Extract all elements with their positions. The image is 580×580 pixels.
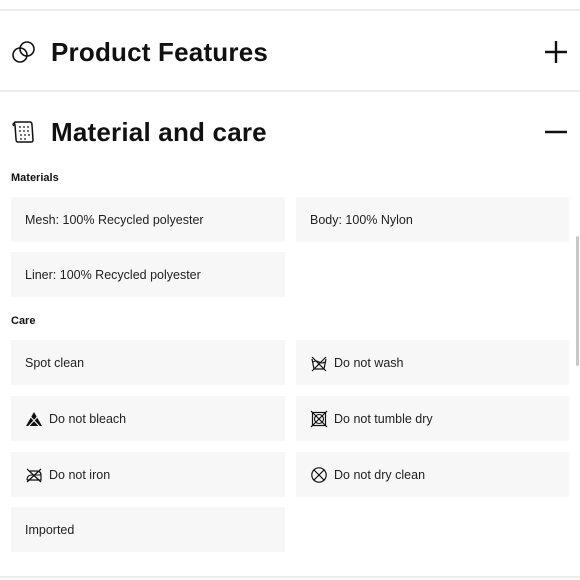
scrollbar-thumb[interactable] [576,236,579,366]
plus-icon[interactable] [543,39,569,65]
material-tile: Mesh: 100% Recycled polyester [11,197,285,242]
care-tile: Do not wash [296,340,569,385]
product-details-accordion: Product Features Material and care Mater… [0,0,580,580]
do-not-wash-icon [310,354,328,372]
fabric-swatch-icon [11,119,37,145]
care-label: Care [11,315,36,327]
care-tile: Do not bleach [11,396,285,441]
material-text: Body: 100% Nylon [310,212,413,227]
section-title: Product Features [51,36,269,67]
care-text: Do not wash [334,355,404,370]
material-tile: Body: 100% Nylon [296,197,569,242]
care-text: Do not bleach [49,411,127,426]
divider [0,90,580,92]
minus-icon[interactable] [543,119,569,145]
care-text: Do not iron [49,467,111,482]
do-not-iron-icon [25,466,43,484]
care-tile: Do not dry clean [296,452,569,497]
care-tile: Do not tumble dry [296,396,569,441]
product-features-header[interactable]: Product Features [0,27,580,77]
care-text: Spot clean [25,355,85,370]
material-tile: Liner: 100% Recycled polyester [11,252,285,297]
divider [0,576,580,578]
care-tile: Imported [11,507,285,552]
section-title: Material and care [51,116,267,147]
care-tile: Do not iron [11,452,285,497]
do-not-tumble-dry-icon [310,410,328,428]
care-text: Do not tumble dry [334,411,433,426]
care-text: Do not dry clean [334,467,426,482]
material-text: Mesh: 100% Recycled polyester [25,212,204,227]
care-tile: Spot clean [11,340,285,385]
materials-label: Materials [11,172,59,184]
material-text: Liner: 100% Recycled polyester [25,267,201,282]
overlapping-circles-icon [11,39,37,65]
care-text: Imported [25,522,75,537]
do-not-bleach-icon [25,410,43,428]
divider [0,9,580,11]
material-and-care-header[interactable]: Material and care [0,107,580,157]
do-not-dry-clean-icon [310,466,328,484]
